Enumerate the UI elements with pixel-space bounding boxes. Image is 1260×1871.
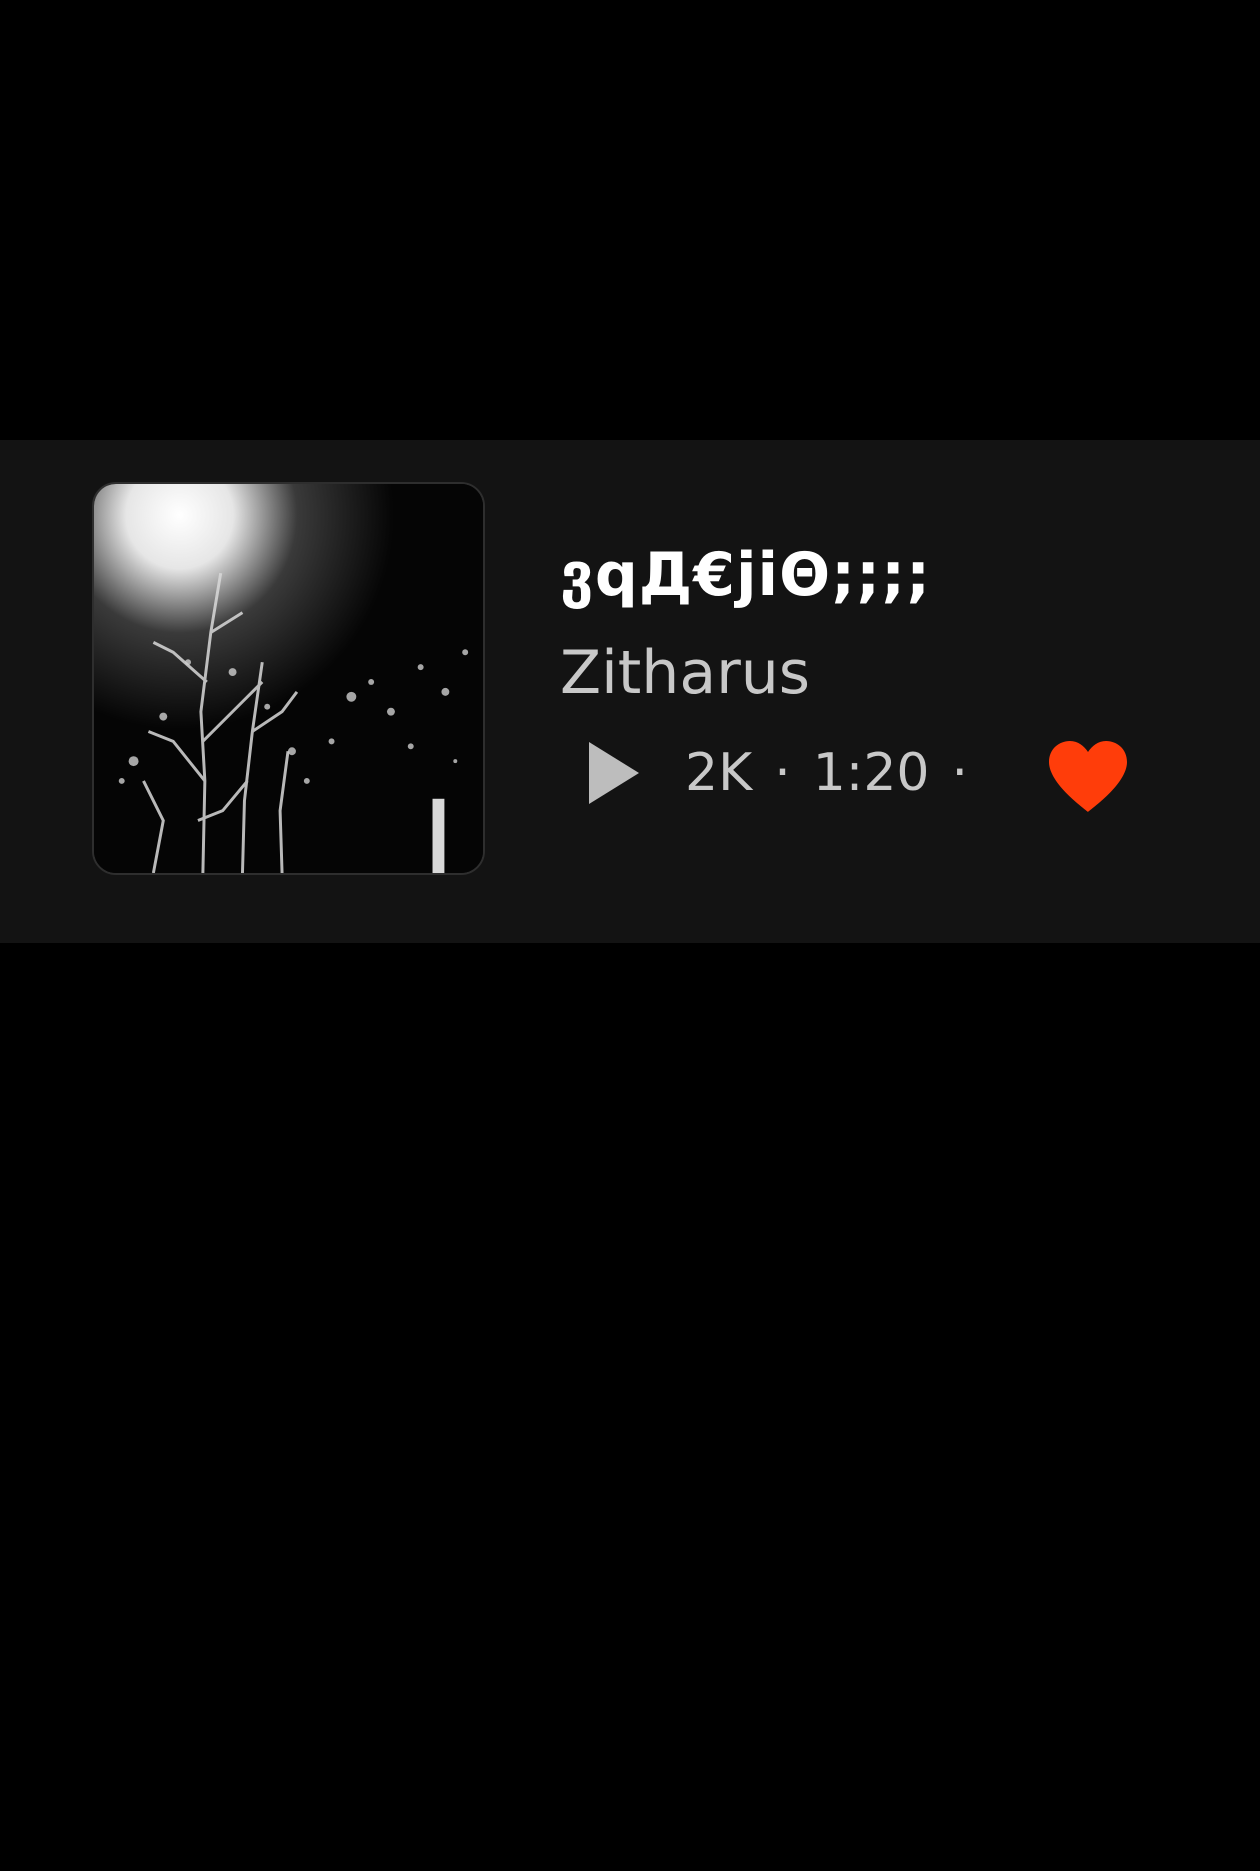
play-icon[interactable] — [585, 738, 645, 808]
meta-separator: · — [951, 743, 969, 803]
play-count: 2K — [685, 743, 753, 803]
artwork-image — [94, 484, 483, 873]
track-artwork[interactable] — [92, 482, 485, 875]
heart-icon[interactable] — [1045, 738, 1131, 814]
track-meta: 2K · 1:20 · — [585, 738, 968, 808]
track-duration: 1:20 — [812, 743, 930, 803]
track-title[interactable]: ვqД€jiΘ;;;; — [560, 540, 931, 610]
track-card[interactable]: ვqД€jiΘ;;;; Zitharus 2K · 1:20 · — [0, 440, 1260, 943]
artist-name[interactable]: Zitharus — [560, 638, 810, 708]
meta-separator: · — [774, 743, 791, 803]
